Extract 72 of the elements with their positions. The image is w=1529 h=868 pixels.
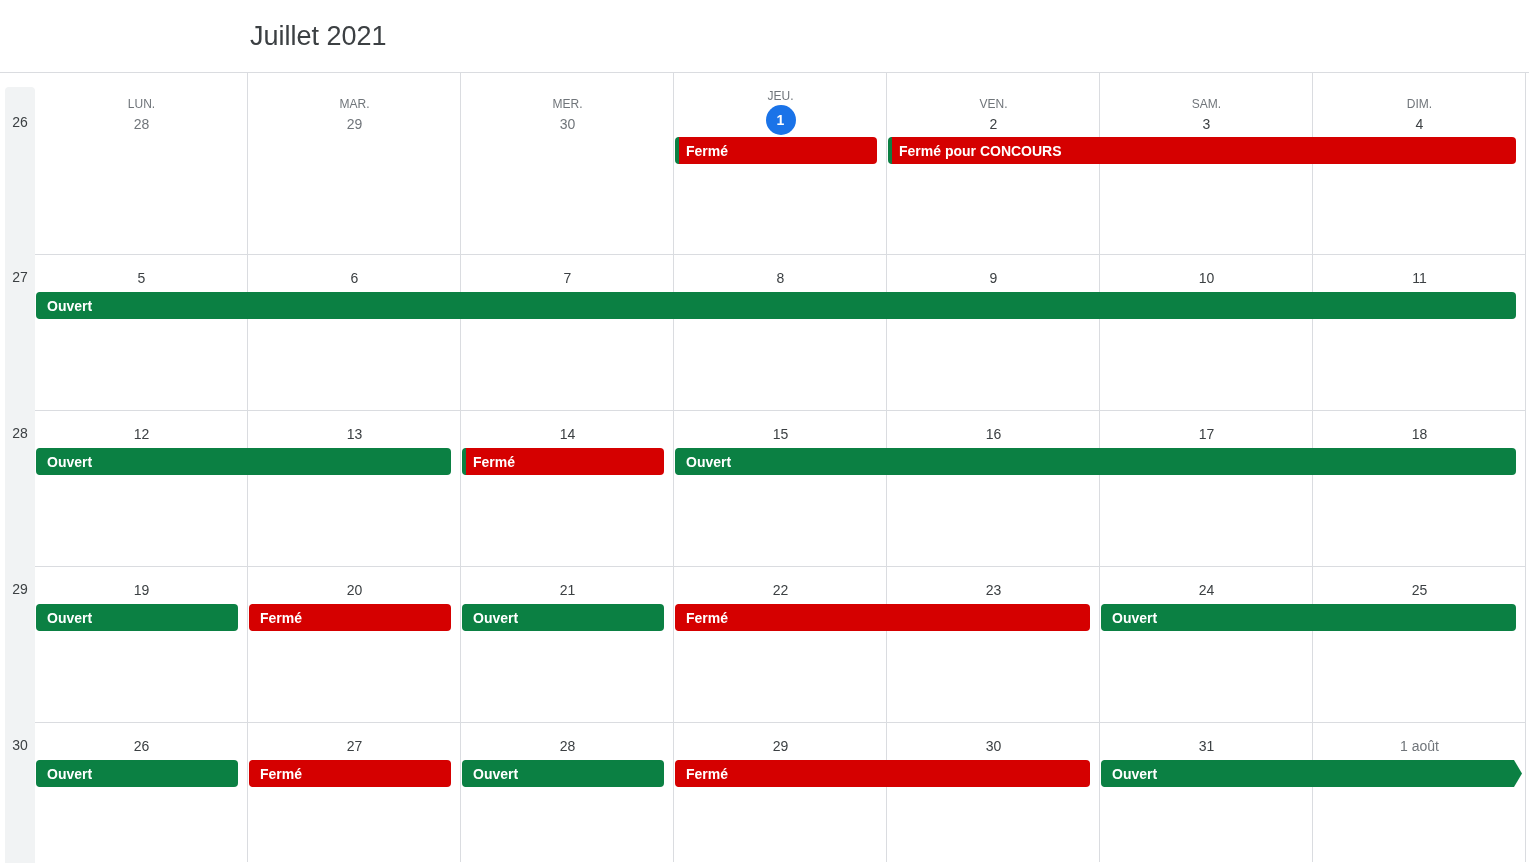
day-number[interactable]: 4 bbox=[1408, 113, 1431, 135]
day-number[interactable]: 30 bbox=[982, 735, 1005, 757]
day-number[interactable]: 1 août bbox=[1400, 735, 1439, 757]
weekday-label: MAR. bbox=[339, 97, 370, 111]
weekday-label: VEN. bbox=[979, 97, 1008, 111]
week-number: 27 bbox=[12, 269, 28, 285]
day-number[interactable]: 28 bbox=[556, 735, 579, 757]
event-chip[interactable]: Fermé bbox=[249, 760, 451, 787]
day-number[interactable]: 28 bbox=[130, 113, 153, 135]
day-number[interactable]: 20 bbox=[343, 579, 366, 601]
day-number[interactable]: 25 bbox=[1408, 579, 1431, 601]
day-number[interactable]: 17 bbox=[1195, 423, 1218, 445]
day-number[interactable]: 30 bbox=[556, 113, 579, 135]
event-chip-extension[interactable] bbox=[1313, 137, 1516, 164]
day-number[interactable]: 29 bbox=[769, 735, 792, 757]
event-chip[interactable]: Fermé bbox=[675, 137, 877, 164]
event-chip[interactable]: Ouvert bbox=[675, 448, 887, 475]
day-number[interactable]: 3 bbox=[1195, 113, 1218, 135]
weekday-label: MER. bbox=[552, 97, 583, 111]
day-number[interactable]: 23 bbox=[982, 579, 1005, 601]
weekday-label: LUN. bbox=[127, 97, 156, 111]
week-number: 29 bbox=[12, 581, 28, 597]
event-chip[interactable]: Ouvert bbox=[1101, 604, 1313, 631]
event-chip-extension[interactable] bbox=[248, 448, 451, 475]
event-chip[interactable]: Ouvert bbox=[462, 604, 664, 631]
day-number[interactable]: 15 bbox=[769, 423, 792, 445]
day-number[interactable]: 11 bbox=[1408, 267, 1431, 289]
day-number[interactable]: 31 bbox=[1195, 735, 1218, 757]
day-number[interactable]: 1 bbox=[765, 105, 796, 135]
event-chip[interactable]: Fermé bbox=[675, 604, 887, 631]
event-chip[interactable]: Fermé bbox=[462, 448, 664, 475]
weekday-label: JEU. bbox=[767, 89, 794, 103]
day-number[interactable]: 18 bbox=[1408, 423, 1431, 445]
day-number[interactable]: 29 bbox=[343, 113, 366, 135]
event-chip-extension[interactable] bbox=[1313, 448, 1516, 475]
day-number[interactable]: 26 bbox=[130, 735, 153, 757]
event-chip[interactable]: Ouvert bbox=[36, 292, 248, 319]
day-number[interactable]: 16 bbox=[982, 423, 1005, 445]
day-number[interactable]: 2 bbox=[982, 113, 1005, 135]
month-title: Juillet 2021 bbox=[250, 20, 387, 52]
weekday-label: DIM. bbox=[1406, 97, 1433, 111]
day-number[interactable]: 9 bbox=[982, 267, 1005, 289]
day-number[interactable]: 6 bbox=[343, 267, 366, 289]
week-number: 28 bbox=[12, 425, 28, 441]
day-number[interactable]: 5 bbox=[130, 267, 153, 289]
day-number[interactable]: 8 bbox=[769, 267, 792, 289]
event-chip-extension[interactable] bbox=[887, 760, 1090, 787]
day-number[interactable]: 13 bbox=[343, 423, 366, 445]
day-number[interactable]: 12 bbox=[130, 423, 153, 445]
event-chip[interactable]: Ouvert bbox=[1101, 760, 1313, 787]
event-chip[interactable]: Fermé bbox=[675, 760, 887, 787]
day-number[interactable]: 10 bbox=[1195, 267, 1218, 289]
weekday-label: SAM. bbox=[1191, 97, 1222, 111]
event-chip[interactable]: Ouvert bbox=[36, 448, 248, 475]
day-number[interactable]: 14 bbox=[556, 423, 579, 445]
day-number[interactable]: 27 bbox=[343, 735, 366, 757]
day-number[interactable]: 19 bbox=[130, 579, 153, 601]
event-chip[interactable]: Ouvert bbox=[36, 604, 238, 631]
day-number[interactable]: 24 bbox=[1195, 579, 1218, 601]
event-chip-extension[interactable] bbox=[1313, 760, 1522, 787]
event-chip-extension[interactable] bbox=[887, 604, 1090, 631]
event-chip[interactable]: Fermé pour CONCOURS bbox=[888, 137, 1100, 164]
day-number[interactable]: 22 bbox=[769, 579, 792, 601]
event-chip[interactable]: Ouvert bbox=[462, 760, 664, 787]
week-number: 30 bbox=[12, 737, 28, 753]
day-number[interactable]: 7 bbox=[556, 267, 579, 289]
event-chip[interactable]: Fermé bbox=[249, 604, 451, 631]
event-chip-extension[interactable] bbox=[1313, 292, 1516, 319]
week-number: 26 bbox=[12, 114, 28, 130]
event-chip-extension[interactable] bbox=[1313, 604, 1516, 631]
day-number[interactable]: 21 bbox=[556, 579, 579, 601]
event-chip[interactable]: Ouvert bbox=[36, 760, 238, 787]
